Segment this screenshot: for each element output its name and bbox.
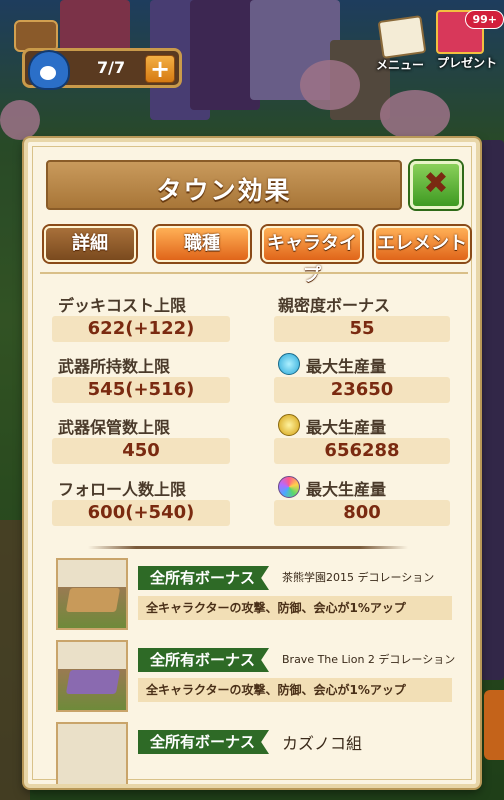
weapon-hold-label: 武器所持数上限 — [58, 357, 171, 376]
rainbow-gem-icon — [278, 476, 300, 498]
weapon-storage-label: 武器保管数上限 — [58, 418, 171, 437]
follow-limit-value: 600(+540) — [52, 500, 230, 526]
present-count-badge: 99+ — [465, 10, 504, 29]
decoration-thumbnail — [56, 640, 128, 712]
weapon-hold-value: 545(+516) — [52, 377, 230, 403]
affinity-bonus-label: 親密度ボーナス — [278, 296, 391, 315]
menu-button[interactable]: メニュー — [376, 15, 427, 74]
decoration-name: カズノコ組 — [282, 734, 363, 753]
scroll-menu-icon — [377, 15, 427, 59]
section-divider — [88, 546, 408, 549]
tab-element[interactable]: エレメント — [374, 226, 470, 262]
tab-job-type[interactable]: 職種 — [154, 226, 250, 262]
bonus-description: 全キャラクターの攻撃、防御、会心が1%アップ — [138, 596, 452, 620]
present-button[interactable]: プレゼント 99+ — [430, 10, 504, 74]
max-gold-value: 656288 — [274, 438, 450, 464]
max-water-value: 23650 — [274, 377, 450, 403]
dialog-title: タウン効果 — [156, 176, 292, 205]
tab-separator — [40, 272, 468, 274]
bonus-tag: 全所有ボーナス — [138, 648, 270, 672]
max-gem-label: 最大生産量 — [306, 480, 387, 499]
list-item[interactable]: 全所有ボーナス カズノコ組 — [56, 722, 456, 784]
tab-bar: 詳細 職種 キャラタイプ エレメント — [44, 226, 470, 286]
affinity-bonus-value: 55 — [274, 316, 450, 342]
town-effect-dialog: タウン効果 ✖ 詳細 職種 キャラタイプ エレメント デッキコスト上限 622(… — [24, 138, 480, 788]
tab-details[interactable]: 詳細 — [44, 226, 136, 262]
bonus-tag: 全所有ボーナス — [138, 566, 270, 590]
tab-character-type[interactable]: キャラタイプ — [262, 226, 362, 286]
decoration-name: 茶熊学園2015 デコレーション — [282, 571, 435, 584]
water-drop-icon — [278, 353, 300, 375]
decoration-name: Brave The Lion 2 デコレーション — [282, 653, 456, 666]
penguin-avatar-icon — [28, 50, 70, 90]
side-scroll-tab[interactable] — [484, 690, 504, 760]
stamina-count: 7/7 — [97, 58, 126, 77]
bonus-description: 全キャラクターの攻撃、防御、会心が1%アップ — [138, 678, 452, 702]
max-gold-label: 最大生産量 — [306, 418, 387, 437]
add-stamina-button[interactable]: + — [145, 55, 175, 83]
max-water-label: 最大生産量 — [306, 357, 387, 376]
deck-cost-value: 622(+122) — [52, 316, 230, 342]
present-label: プレゼント — [436, 56, 497, 70]
gold-coin-icon — [278, 414, 300, 436]
list-item[interactable]: 全所有ボーナス Brave The Lion 2 デコレーション 全キャラクター… — [56, 640, 456, 718]
decoration-thumbnail — [56, 722, 128, 784]
close-button[interactable]: ✖ — [410, 161, 462, 209]
weapon-storage-value: 450 — [52, 438, 230, 464]
follow-limit-label: フォロー人数上限 — [58, 480, 187, 499]
deck-cost-label: デッキコスト上限 — [58, 296, 187, 315]
menu-label: メニュー — [376, 58, 425, 72]
list-item[interactable]: 全所有ボーナス 茶熊学園2015 デコレーション 全キャラクターの攻撃、防御、会… — [56, 558, 456, 636]
bonus-tag: 全所有ボーナス — [138, 730, 270, 754]
max-gem-value: 800 — [274, 500, 450, 526]
dialog-title-bar: タウン効果 — [46, 160, 402, 210]
decoration-thumbnail — [56, 558, 128, 630]
